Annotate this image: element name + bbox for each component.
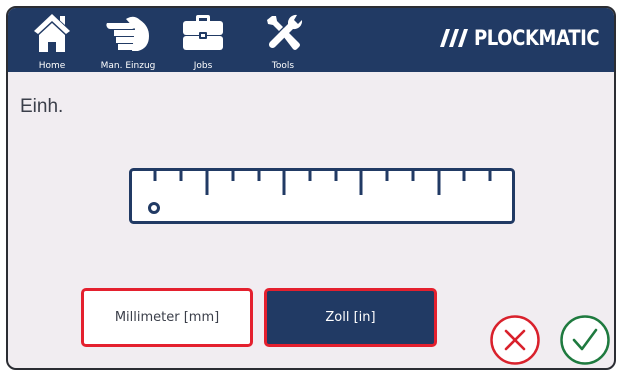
millimeter-button[interactable]: Millimeter [mm] [81,288,253,347]
nav-tools[interactable]: Tools [260,8,306,72]
logo-text: PLOCKMATIC [474,26,600,50]
home-icon [34,14,70,52]
confirm-button[interactable] [559,314,611,366]
top-navigation-bar: Home Man. Einzug Jobs Tools PLOCKMATIC [8,8,614,72]
inch-label: Zoll [in] [325,310,376,325]
logo-stripes-icon [440,29,469,47]
plockmatic-logo: PLOCKMATIC [440,26,606,50]
nav-home-label: Home [38,61,66,71]
app-window: Home Man. Einzug Jobs Tools PLOCKMATIC E… [6,6,616,370]
tools-icon [267,14,303,50]
millimeter-label: Millimeter [mm] [114,310,220,325]
nav-jobs-label: Jobs [193,61,213,71]
nav-tools-label: Tools [271,61,295,71]
nav-manual-feed[interactable]: Man. Einzug [92,8,164,72]
hand-icon [106,16,149,51]
nav-jobs[interactable]: Jobs [180,8,226,72]
cancel-button[interactable] [489,314,541,366]
nav-home[interactable]: Home [28,8,76,72]
inch-button[interactable]: Zoll [in] [264,288,437,347]
ruler-icon [129,168,515,224]
page-title: Einh. [20,96,64,117]
briefcase-icon [183,15,223,50]
nav-manual-feed-label: Man. Einzug [100,61,156,71]
